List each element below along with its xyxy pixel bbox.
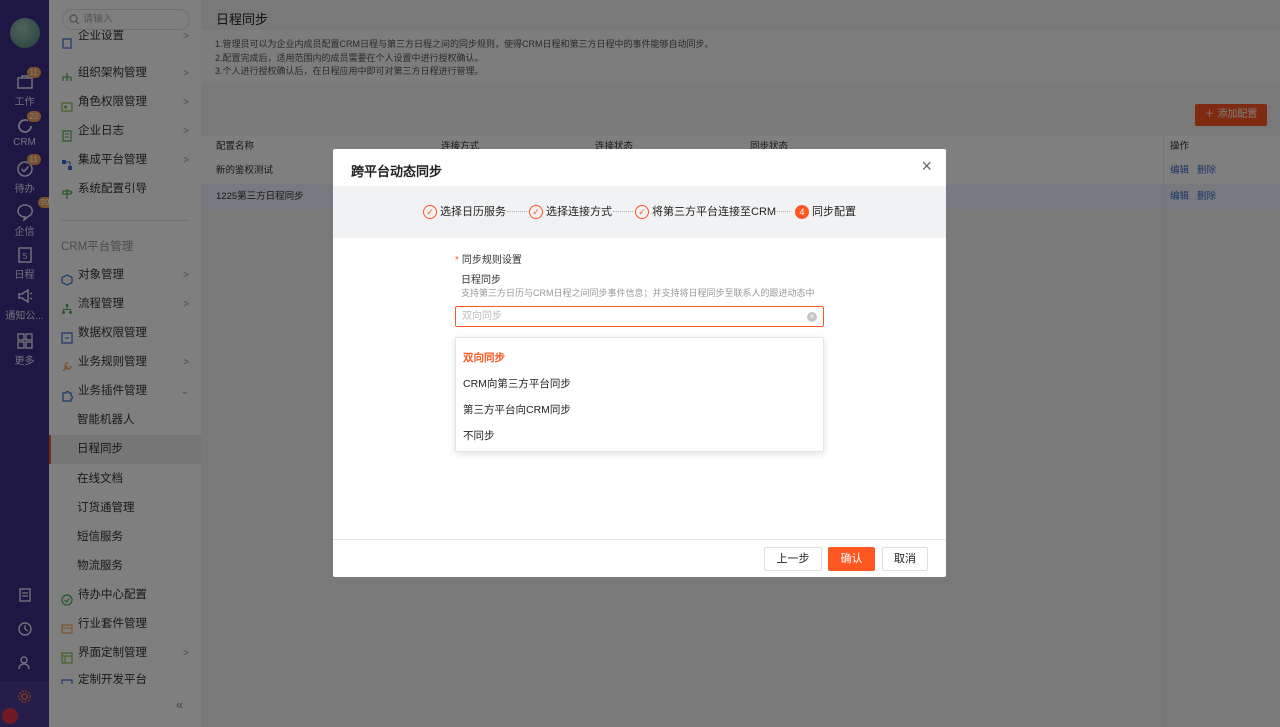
step-label: 选择连接方式: [546, 206, 612, 218]
required-mark: *: [455, 255, 459, 266]
step-2: ✓ 选择连接方式: [529, 204, 612, 220]
check-icon: ✓: [423, 205, 437, 220]
dropdown-option[interactable]: CRM向第三方平台同步: [463, 376, 571, 391]
step-label: 将第三方平台连接至CRM: [652, 206, 777, 218]
check-icon: ✓: [529, 205, 543, 220]
sync-rule-select[interactable]: 双向同步 ×: [455, 306, 824, 327]
cancel-button[interactable]: 取消: [882, 547, 928, 571]
step-separator: [507, 211, 527, 212]
step-label: 选择日历服务: [440, 206, 506, 218]
field-label: * 同步规则设置: [455, 251, 522, 266]
close-icon[interactable]: ×: [921, 157, 932, 175]
check-icon: ✓: [635, 205, 649, 220]
step-separator: [770, 211, 790, 212]
sync-rule-dropdown: 双向同步 CRM向第三方平台同步 第三方平台向CRM同步 不同步: [455, 337, 824, 452]
prev-step-button[interactable]: 上一步: [764, 547, 822, 571]
step-number: 4: [795, 205, 809, 220]
field-subtitle: 日程同步: [461, 275, 501, 286]
step-3: ✓ 将第三方平台连接至CRM: [635, 204, 776, 220]
field-label-text: 同步规则设置: [461, 255, 522, 266]
step-label: 同步配置: [812, 206, 856, 218]
modal-title: 跨平台动态同步: [351, 164, 443, 179]
select-value: 双向同步: [462, 311, 502, 322]
dropdown-option[interactable]: 不同步: [463, 428, 495, 443]
clear-icon[interactable]: ×: [807, 312, 817, 322]
stepper: ✓ 选择日历服务 ✓ 选择连接方式 ✓ 将第三方平台连接至CRM 4 同步配置: [333, 186, 946, 238]
step-1: ✓ 选择日历服务: [423, 204, 506, 220]
dropdown-option[interactable]: 第三方平台向CRM同步: [463, 402, 571, 417]
dropdown-option[interactable]: 双向同步: [463, 350, 505, 365]
step-separator: [613, 211, 633, 212]
step-4: 4 同步配置: [795, 204, 856, 220]
field-description: 支持第三方日历与CRM日程之间同步事件信息；并支持将日程同步至联系人的跟进动态中: [461, 288, 815, 298]
sync-config-modal: 跨平台动态同步 × ✓ 选择日历服务 ✓ 选择连接方式 ✓ 将第三方平台连接至CRM …: [333, 149, 946, 577]
confirm-button[interactable]: 确认: [828, 547, 875, 571]
footer-divider: [333, 539, 946, 540]
